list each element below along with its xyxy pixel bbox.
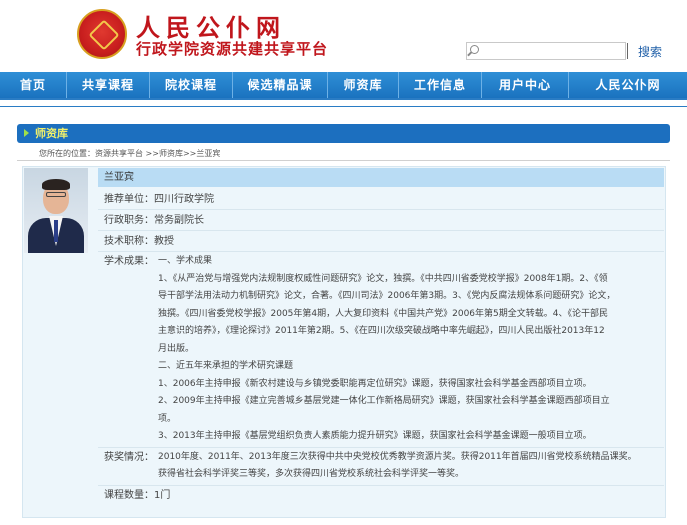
achievements-line: 2、2009年主持申报《建立完善城乡基层党建一体化工作新格局研究》课题，获国家社… [158, 396, 610, 406]
row-divider [98, 485, 664, 486]
teacher-photo [24, 168, 88, 253]
awards-line: 获得省社会科学评奖三等奖，多次获得四川省党校系统社会科学评奖一等奖。 [158, 469, 465, 479]
teacher-name: 兰亚宾 [104, 172, 134, 183]
photo-tie [54, 220, 58, 242]
nav-item-shared-courses[interactable]: 共享课程 [67, 72, 149, 98]
achievements-line: 1、《从严治党与增强党内法规制度权威性问题研究》论文，独撰。《中共四川省委党校学… [158, 273, 608, 284]
nav-item-faculty[interactable]: 师资库 [328, 72, 398, 98]
achievements-line: 二、近五年来承担的学术研究课题 [158, 361, 294, 371]
awards-line: 2010年度、2011年、2013年度三次获得中共中央党校优秀教学资源片奖。获得… [158, 452, 637, 462]
teacher-position: 行政职务：常务副院长 [104, 215, 204, 226]
site-header: 人民公仆网 行政学院资源共建共享平台 搜索 [0, 0, 687, 72]
section-title: 师资库 [35, 127, 68, 140]
nav-item-home[interactable]: 首页 [0, 72, 66, 98]
achievements-line: 项。 [158, 413, 177, 424]
row-divider [98, 209, 664, 210]
search-divider [627, 43, 628, 59]
nav-item-candidate-courses[interactable]: 候选精品课 [233, 72, 327, 98]
site-subtitle: 行政学院资源共建共享平台 [136, 40, 329, 58]
nav-item-user-center[interactable]: 用户中心 [482, 72, 568, 98]
achievements-line: 一、学术成果 [158, 256, 213, 266]
row-divider [98, 447, 664, 448]
nav-item-people-servant[interactable]: 人民公仆网 [569, 72, 687, 98]
achievements-line: 1、2006年主持申报《新农村建设与乡镇党委职能再定位研究》课题，获得国家社会科… [158, 378, 592, 389]
main-nav: 首页 共享课程 院校课程 候选精品课 师资库 工作信息 用户中心 人民公仆网 [0, 72, 687, 98]
photo-hair [42, 179, 70, 190]
name-bar [98, 168, 664, 187]
nav-underline-thin [0, 106, 687, 107]
breadcrumb-divider [17, 160, 670, 161]
awards-label: 获奖情况： [104, 452, 154, 463]
teacher-unit: 推荐单位：四川行政学院 [104, 194, 214, 205]
achievements-line: 独撰。《四川省委党校学报》2005年第4期，人大复印资料《中国共产党》2006年… [158, 308, 608, 319]
photo-glasses [46, 192, 66, 197]
nav-item-work-info[interactable]: 工作信息 [399, 72, 481, 98]
search-input[interactable] [466, 42, 626, 60]
achievements-line: 主意识的培养》，《理论探讨》2011年第2期。5、《在四川次级突破战略中率先崛起… [158, 326, 605, 336]
course-count: 课程数量：1门 [104, 490, 171, 501]
breadcrumb[interactable]: 您所在的位置：资源共享平台 >>师资库>>兰亚宾 [39, 148, 220, 159]
nav-item-school-courses[interactable]: 院校课程 [150, 72, 232, 98]
teacher-title: 技术职称：教授 [104, 236, 174, 247]
achievements-line: 3、2013年主持申报《基层党组织负责人素质能力提升研究》课题，获国家社会科学基… [158, 431, 592, 441]
section-header-bar [17, 124, 670, 143]
search-button[interactable]: 搜索 [630, 43, 670, 61]
triangle-right-icon [24, 129, 29, 137]
row-divider [98, 230, 664, 231]
achievements-label: 学术成果： [104, 256, 154, 267]
row-divider [98, 251, 664, 252]
logo-emblem-icon[interactable] [77, 9, 127, 59]
nav-underline [0, 98, 687, 100]
achievements-line: 导干部学法用法动力机制研究》论文，合著。《四川司法》2006年第3期。3、《党内… [158, 291, 616, 301]
search-icon [470, 45, 479, 54]
achievements-line: 月出版。 [158, 343, 195, 354]
